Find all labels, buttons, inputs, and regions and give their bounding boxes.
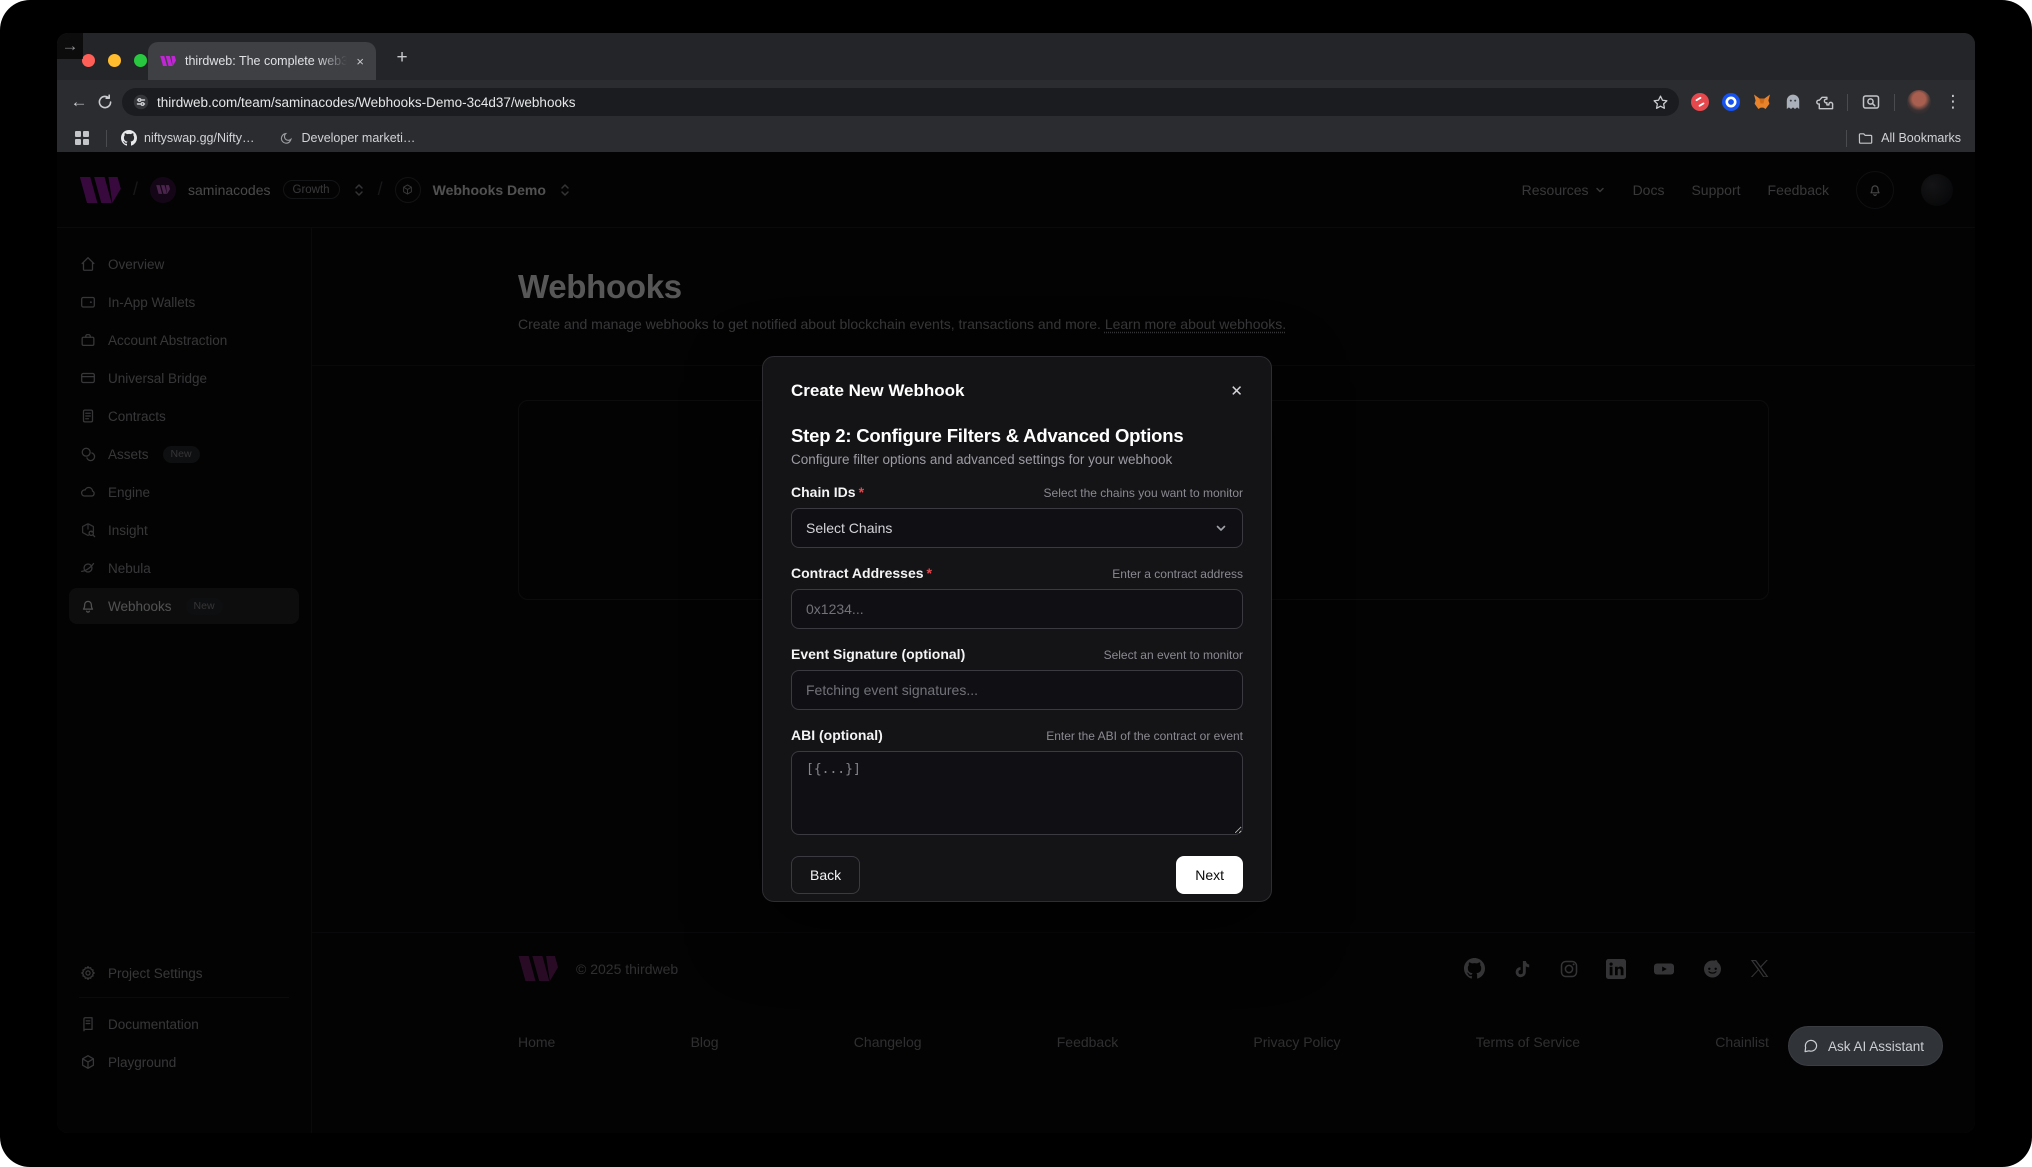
step-title: Step 2: Configure Filters & Advanced Opt… (791, 425, 1243, 447)
bookmark-item[interactable]: niftyswap.gg/Nifty… (121, 130, 254, 146)
contract-addresses-input[interactable] (791, 589, 1243, 629)
abi-field: ABI (optional) Enter the ABI of the cont… (791, 727, 1243, 835)
step-subtitle: Configure filter options and advanced se… (791, 452, 1243, 467)
desktop-background: thirdweb: The complete web3 × + ← → thir… (0, 0, 2032, 1167)
url-text[interactable]: thirdweb.com/team/saminacodes/Webhooks-D… (157, 95, 1644, 110)
select-chains-value: Select Chains (806, 520, 892, 536)
select-chains-dropdown[interactable]: Select Chains (791, 508, 1243, 548)
event-signature-label: Event Signature (optional) (791, 646, 965, 662)
contract-addresses-label: Contract Addresses* (791, 565, 932, 581)
github-icon (121, 130, 137, 146)
contract-addresses-hint: Enter a contract address (1112, 567, 1243, 581)
site-settings-icon[interactable] (133, 94, 149, 110)
tab-search-icon[interactable] (1860, 91, 1882, 113)
create-webhook-modal: Create New Webhook ✕ Step 2: Configure F… (762, 356, 1272, 902)
event-signature-field: Event Signature (optional) Select an eve… (791, 646, 1243, 710)
back-button[interactable]: ← (66, 89, 92, 115)
bookmark-item[interactable]: Developer marketi… (280, 131, 415, 145)
apps-grid-icon[interactable] (71, 127, 93, 149)
toolbar-separator (1847, 94, 1848, 111)
minimize-window-button[interactable] (108, 54, 121, 67)
red-extension-icon[interactable] (1689, 91, 1711, 113)
abi-hint: Enter the ABI of the contract or event (1046, 729, 1243, 743)
extensions-row: ⋮ (1685, 89, 1966, 115)
browser-window: thirdweb: The complete web3 × + ← → thir… (57, 33, 1975, 1133)
window-controls[interactable] (82, 54, 147, 67)
url-bar[interactable]: thirdweb.com/team/saminacodes/Webhooks-D… (122, 88, 1679, 116)
bookmark-star-icon[interactable] (1652, 94, 1669, 111)
forward-button[interactable]: → (57, 33, 83, 59)
ask-ai-assistant-button[interactable]: Ask AI Assistant (1788, 1026, 1943, 1066)
browser-profile-avatar[interactable] (1907, 90, 1931, 114)
fullscreen-window-button[interactable] (134, 54, 147, 67)
chat-bubble-icon (1803, 1038, 1819, 1054)
browser-tab[interactable]: thirdweb: The complete web3 × (148, 42, 376, 80)
browser-toolbar: ← → thirdweb.com/team/saminacodes/Webhoo… (57, 80, 1975, 124)
required-asterisk: * (927, 565, 932, 581)
close-window-button[interactable] (82, 54, 95, 67)
ghost-extension-icon[interactable] (1782, 91, 1804, 113)
ask-ai-assistant-label: Ask AI Assistant (1828, 1039, 1924, 1054)
close-tab-icon[interactable]: × (356, 55, 364, 68)
chain-ids-hint: Select the chains you want to monitor (1044, 486, 1243, 500)
abi-label: ABI (optional) (791, 727, 883, 743)
crescent-icon (280, 131, 294, 145)
tab-strip: thirdweb: The complete web3 × + (57, 33, 1975, 80)
event-signature-hint: Select an event to monitor (1104, 648, 1243, 662)
event-signature-input[interactable] (791, 670, 1243, 710)
chevron-down-icon (1214, 521, 1228, 535)
back-button[interactable]: Back (791, 856, 860, 894)
bookmarks-separator (106, 130, 107, 147)
browser-menu-button[interactable]: ⋮ (1940, 89, 1966, 115)
tab-title: thirdweb: The complete web3 (185, 54, 347, 68)
bookmarks-separator (1846, 130, 1847, 147)
bookmark-label: Developer marketi… (301, 131, 415, 145)
new-tab-button[interactable]: + (389, 45, 415, 71)
toolbar-separator (1894, 94, 1895, 111)
all-bookmarks-label: All Bookmarks (1881, 131, 1961, 145)
abi-textarea[interactable] (791, 751, 1243, 835)
chain-ids-label: Chain IDs* (791, 484, 864, 500)
folder-icon (1858, 131, 1873, 146)
thirdweb-favicon-icon (160, 53, 176, 69)
contract-addresses-field: Contract Addresses* Enter a contract add… (791, 565, 1243, 629)
bookmarks-bar: niftyswap.gg/Nifty… Developer marketi… A… (57, 124, 1975, 152)
modal-title: Create New Webhook (791, 381, 965, 401)
reload-button[interactable] (92, 89, 118, 115)
reload-icon (97, 94, 113, 110)
all-bookmarks[interactable]: All Bookmarks (1843, 130, 1961, 147)
chain-ids-field: Chain IDs* Select the chains you want to… (791, 484, 1243, 548)
next-button[interactable]: Next (1176, 856, 1243, 894)
blue-wallet-extension-icon[interactable] (1720, 91, 1742, 113)
fox-wallet-extension-icon[interactable] (1751, 91, 1773, 113)
required-asterisk: * (859, 484, 864, 500)
close-icon[interactable]: ✕ (1230, 384, 1243, 399)
bookmark-label: niftyswap.gg/Nifty… (144, 131, 254, 145)
extensions-puzzle-icon[interactable] (1813, 91, 1835, 113)
thirdweb-dashboard: / saminacodes Growth / Webhooks Demo (57, 152, 1975, 1133)
